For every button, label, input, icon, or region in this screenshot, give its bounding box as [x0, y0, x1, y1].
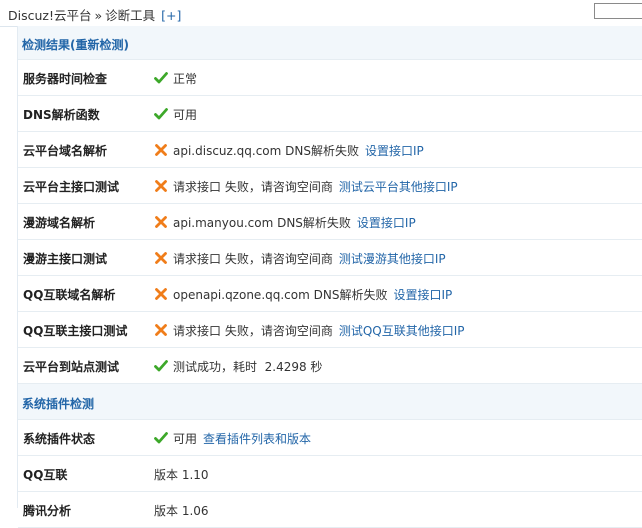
check-label: 服务器时间检查 [23, 72, 108, 86]
cross-icon [154, 179, 168, 193]
result-text: 可用 [173, 107, 198, 122]
checkmark-icon [154, 71, 168, 85]
top-bar: Discuz!云平台» 诊断工具 [+] [0, 0, 642, 27]
result-text: 测试成功，耗时 2.4298 秒 [173, 359, 323, 374]
result-text: 请求接口 失败，请咨询空间商 [173, 323, 333, 338]
result-text: 可用 [173, 431, 198, 446]
check-row: 系统插件状态 可用 查看插件列表和版本 [18, 420, 642, 456]
check-row: QQ互联 版本 1.10 [18, 456, 642, 492]
check-label: DNS解析函数 [23, 108, 100, 122]
check-result: 正常 [154, 69, 197, 87]
result-text: 版本 1.10 [154, 467, 209, 482]
check-result: 测试成功，耗时 2.4298 秒 [154, 357, 322, 375]
section-title: 检测结果(重新检测) [22, 36, 129, 53]
check-row: 云平台到站点测试 测试成功，耗时 2.4298 秒 [18, 348, 642, 384]
check-result: 版本 1.06 [154, 501, 209, 519]
result-link[interactable]: 查看插件列表和版本 [203, 430, 311, 447]
check-row: 腾讯分析 版本 1.06 [18, 492, 642, 528]
result-link[interactable]: 测试漫游其他接口IP [339, 250, 446, 267]
check-row: DNS解析函数 可用 [18, 96, 642, 132]
check-row: QQ互联域名解析 openapi.qzone.qq.com DNS解析失败 设置接口… [18, 276, 642, 312]
section-title-text: 检测结果 [22, 38, 71, 52]
check-row: 服务器时间检查 正常 [18, 60, 642, 96]
check-label: 系统插件状态 [23, 432, 96, 446]
check-result: 请求接口 失败，请咨询空间商 测试漫游其他接口IP [154, 249, 446, 267]
check-result: openapi.qzone.qq.com DNS解析失败 设置接口IP [154, 285, 452, 303]
cross-icon [154, 287, 168, 301]
check-row: 云平台域名解析 api.discuz.qq.com DNS解析失败 设置接口IP [18, 132, 642, 168]
result-text: 请求接口 失败，请咨询空间商 [173, 179, 333, 194]
check-result: 请求接口 失败，请咨询空间商 测试云平台其他接口IP [154, 177, 458, 195]
check-result: 请求接口 失败，请咨询空间商 测试QQ互联其他接口IP [154, 321, 465, 339]
breadcrumb: Discuz!云平台» 诊断工具 [+] [8, 5, 181, 24]
check-label: 云平台域名解析 [23, 144, 108, 158]
check-result: 可用 查看插件列表和版本 [154, 429, 311, 447]
cross-icon [154, 323, 168, 337]
result-text: api.manyou.com DNS解析失败 [173, 215, 351, 230]
check-label: QQ互联主接口测试 [23, 324, 128, 338]
result-text: openapi.qzone.qq.com DNS解析失败 [173, 287, 388, 302]
check-row: QQ互联主接口测试 请求接口 失败，请咨询空间商 测试QQ互联其他接口IP [18, 312, 642, 348]
check-row: 漫游域名解析 api.manyou.com DNS解析失败 设置接口IP [18, 204, 642, 240]
check-label: 腾讯分析 [23, 504, 72, 518]
cross-icon [154, 251, 168, 265]
check-label: QQ互联域名解析 [23, 288, 116, 302]
result-link[interactable]: 设置接口IP [357, 214, 416, 231]
search-input[interactable] [594, 3, 642, 19]
check-row: 云平台主接口测试 请求接口 失败，请咨询空间商 测试云平台其他接口IP [18, 168, 642, 204]
check-label: 漫游域名解析 [23, 216, 96, 230]
check-label: QQ互联 [23, 468, 68, 482]
check-label: 云平台到站点测试 [23, 360, 120, 374]
check-result: 可用 [154, 105, 197, 123]
check-result: 版本 1.10 [154, 465, 209, 483]
breadcrumb-separator: » [94, 8, 103, 23]
breadcrumb-root[interactable]: Discuz!云平台 [8, 8, 91, 23]
add-shortcut-link[interactable]: [+] [161, 8, 181, 23]
result-link[interactable]: 设置接口IP [393, 286, 452, 303]
recheck-link[interactable]: (重新检测) [70, 38, 129, 52]
result-link[interactable]: 测试云平台其他接口IP [339, 178, 458, 195]
breadcrumb-current: 诊断工具 [105, 8, 156, 23]
result-link[interactable]: 测试QQ互联其他接口IP [339, 322, 465, 339]
cross-icon [154, 215, 168, 229]
result-text: 版本 1.06 [154, 503, 209, 518]
cross-icon [154, 143, 168, 157]
checkmark-icon [154, 431, 168, 445]
check-result: api.manyou.com DNS解析失败 设置接口IP [154, 213, 416, 231]
section-title: 系统插件检测 [22, 397, 95, 411]
diagnostics-panel: 检测结果(重新检测) 服务器时间检查 正常 DNS解析函数 可用 云平台域名解析 api.… [17, 26, 642, 528]
result-text: api.discuz.qq.com DNS解析失败 [173, 143, 359, 158]
checkmark-icon [154, 107, 168, 121]
result-link[interactable]: 设置接口IP [365, 142, 424, 159]
section-header-plugins: 系统插件检测 [18, 384, 642, 420]
result-text: 请求接口 失败，请咨询空间商 [173, 251, 333, 266]
result-text: 正常 [173, 71, 198, 86]
check-row: 漫游主接口测试 请求接口 失败，请咨询空间商 测试漫游其他接口IP [18, 240, 642, 276]
checkmark-icon [154, 359, 168, 373]
check-label: 漫游主接口测试 [23, 252, 108, 266]
check-result: api.discuz.qq.com DNS解析失败 设置接口IP [154, 141, 424, 159]
check-label: 云平台主接口测试 [23, 180, 120, 194]
section-header-results: 检测结果(重新检测) [18, 26, 642, 60]
